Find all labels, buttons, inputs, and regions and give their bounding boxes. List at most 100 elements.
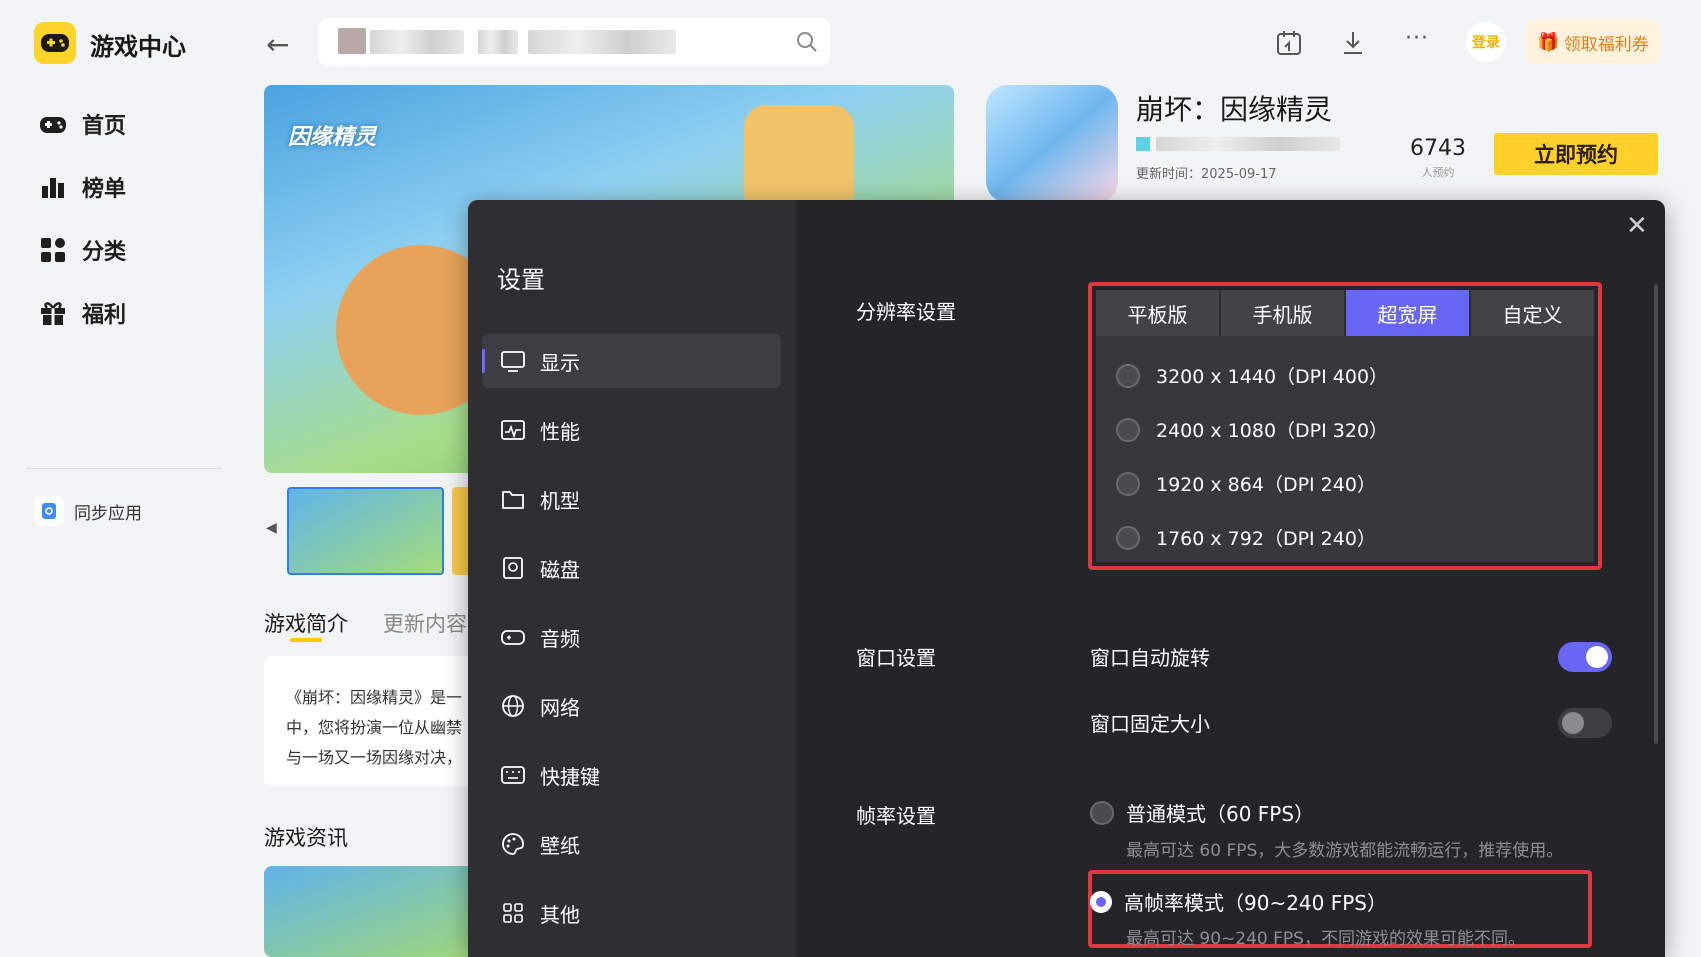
monitor-icon	[501, 351, 525, 372]
news-image[interactable]	[264, 866, 474, 957]
intro-text: 与一场又一场因缘对决，	[286, 748, 463, 767]
reservation-unit: 人预约	[1421, 166, 1455, 179]
blurred-text	[370, 30, 464, 54]
resolution-label: 分辨率设置	[856, 300, 956, 324]
toggle-knob	[1562, 712, 1584, 734]
res-tab-ultrawide[interactable]: 超宽屏	[1346, 290, 1471, 336]
search-icon[interactable]	[796, 31, 818, 53]
blurred-text	[528, 30, 676, 54]
login-button[interactable]: 登录	[1466, 22, 1506, 62]
fixed-size-label: 窗口固定大小	[1090, 712, 1210, 736]
performance-icon	[501, 420, 525, 440]
auto-rotate-toggle[interactable]	[1558, 642, 1612, 672]
radio-button[interactable]	[1116, 525, 1140, 550]
settings-menu-label: 壁纸	[540, 833, 580, 858]
gamepad-logo-icon	[41, 34, 69, 52]
nav-item-ranking[interactable]: 榜单	[38, 167, 126, 207]
disk-icon	[503, 557, 523, 579]
fps-normal-option[interactable]: 普通模式（60 FPS）	[1090, 798, 1314, 827]
fps-label: 帧率设置	[856, 804, 936, 828]
thumb-prev-icon[interactable]: ◀	[266, 520, 277, 536]
reservation-count: 6743	[1410, 136, 1466, 161]
settings-menu-label: 音频	[540, 626, 580, 651]
settings-menu-label: 磁盘	[540, 557, 580, 582]
settings-menu-disk[interactable]: 磁盘	[482, 541, 781, 595]
resolution-option[interactable]: 2400 x 1080（DPI 320）	[1116, 416, 1388, 443]
radio-button[interactable]	[1090, 800, 1114, 825]
folder-icon	[502, 491, 524, 509]
more-icon[interactable]: ···	[1405, 26, 1429, 51]
settings-menu-shortcuts[interactable]: 快捷键	[482, 748, 781, 802]
fps-high-option[interactable]: 高帧率模式（90~240 FPS）	[1090, 887, 1387, 916]
reserve-button[interactable]: 立即预约	[1494, 133, 1658, 175]
nav-item-label: 分类	[82, 240, 127, 265]
globe-icon	[502, 695, 524, 717]
game-name: 崩坏：因缘精灵	[1136, 93, 1333, 126]
bar-chart-icon	[42, 178, 64, 198]
coupon-button[interactable]: 🎁 领取福利券	[1526, 20, 1660, 64]
res-tab-custom[interactable]: 自定义	[1471, 290, 1594, 336]
sync-label: 同步应用	[74, 503, 142, 524]
nav-item-home[interactable]: 首页	[38, 104, 126, 144]
resolution-option-label: 2400 x 1080（DPI 320）	[1156, 420, 1389, 442]
settings-menu-network[interactable]: 网络	[482, 679, 781, 733]
nav-item-category[interactable]: 分类	[38, 230, 126, 270]
settings-menu-performance[interactable]: 性能	[482, 403, 781, 457]
nav-item-label: 福利	[82, 303, 127, 328]
settings-menu-label: 快捷键	[540, 764, 600, 789]
settings-menu-other[interactable]: 其他	[482, 886, 781, 940]
intro-text: 中，您将扮演一位从幽禁	[286, 718, 463, 737]
radio-button[interactable]	[1116, 417, 1140, 442]
blurred-text	[338, 28, 366, 54]
settings-menu-audio[interactable]: 音频	[482, 610, 781, 664]
radio-button[interactable]	[1116, 363, 1140, 388]
settings-menu-label: 性能	[540, 419, 580, 444]
search-input[interactable]	[318, 18, 830, 66]
blurred-text	[1136, 137, 1150, 151]
gift-icon	[41, 302, 65, 325]
resolution-option[interactable]: 1760 x 792（DPI 240）	[1116, 524, 1376, 551]
close-icon[interactable]: ✕	[1626, 211, 1648, 241]
calendar-icon[interactable]	[1274, 28, 1304, 58]
settings-menu-wallpaper[interactable]: 壁纸	[482, 817, 781, 871]
fps-high-label: 高帧率模式（90~240 FPS）	[1124, 891, 1387, 915]
tab-active-indicator	[290, 638, 322, 642]
resolution-panel: 平板版 手机版 超宽屏 自定义 3200 x 1440（DPI 400） 240…	[1096, 290, 1594, 562]
settings-sidebar: 设置 显示 性能 机型 磁盘 音频 网络 快捷键 壁纸 其他	[468, 200, 796, 957]
intro-text: 《崩坏：因缘精灵》是一	[286, 688, 463, 707]
fps-normal-label: 普通模式（60 FPS）	[1126, 802, 1315, 826]
radio-button[interactable]	[1116, 471, 1140, 496]
tab-intro[interactable]: 游戏简介	[264, 608, 348, 638]
settings-menu-label: 机型	[540, 488, 580, 513]
blurred-text	[1156, 137, 1340, 151]
fixed-size-toggle[interactable]	[1558, 708, 1612, 738]
gift-icon: 🎁	[1537, 31, 1560, 53]
app-logo	[34, 22, 76, 64]
settings-menu-model[interactable]: 机型	[482, 472, 781, 526]
settings-title: 设置	[497, 266, 545, 294]
resolution-option[interactable]: 1920 x 864（DPI 240）	[1116, 470, 1376, 497]
app-title: 游戏中心	[90, 33, 186, 61]
radio-button-selected[interactable]	[1090, 890, 1112, 913]
res-tab-tablet[interactable]: 平板版	[1096, 290, 1221, 336]
download-icon[interactable]	[1338, 28, 1368, 58]
back-arrow-icon[interactable]: ←	[266, 28, 289, 61]
banner-logo: 因缘精灵	[288, 125, 377, 150]
sync-icon	[34, 496, 64, 526]
game-icon	[986, 85, 1118, 203]
settings-dialog: 设置 显示 性能 机型 磁盘 音频 网络 快捷键 壁纸 其他 ✕ 分辨率设置 平…	[468, 200, 1665, 957]
settings-menu-display[interactable]: 显示	[482, 334, 781, 388]
resolution-option[interactable]: 3200 x 1440（DPI 400）	[1116, 362, 1388, 389]
scrollbar[interactable]	[1654, 284, 1658, 744]
tab-update[interactable]: 更新内容	[383, 608, 467, 638]
thumbnail-active[interactable]	[287, 487, 444, 575]
update-time: 更新时间：2025-09-17	[1136, 167, 1277, 182]
auto-rotate-label: 窗口自动旋转	[1090, 646, 1210, 670]
coupon-label: 领取福利券	[1563, 34, 1649, 55]
resolution-highlight: 平板版 手机版 超宽屏 自定义 3200 x 1440（DPI 400） 240…	[1088, 282, 1602, 570]
nav-item-welfare[interactable]: 福利	[38, 293, 126, 333]
settings-menu-label: 显示	[540, 350, 580, 375]
controller-icon	[501, 630, 525, 645]
sync-app-button[interactable]: 同步应用	[34, 496, 142, 526]
res-tab-phone[interactable]: 手机版	[1221, 290, 1346, 336]
